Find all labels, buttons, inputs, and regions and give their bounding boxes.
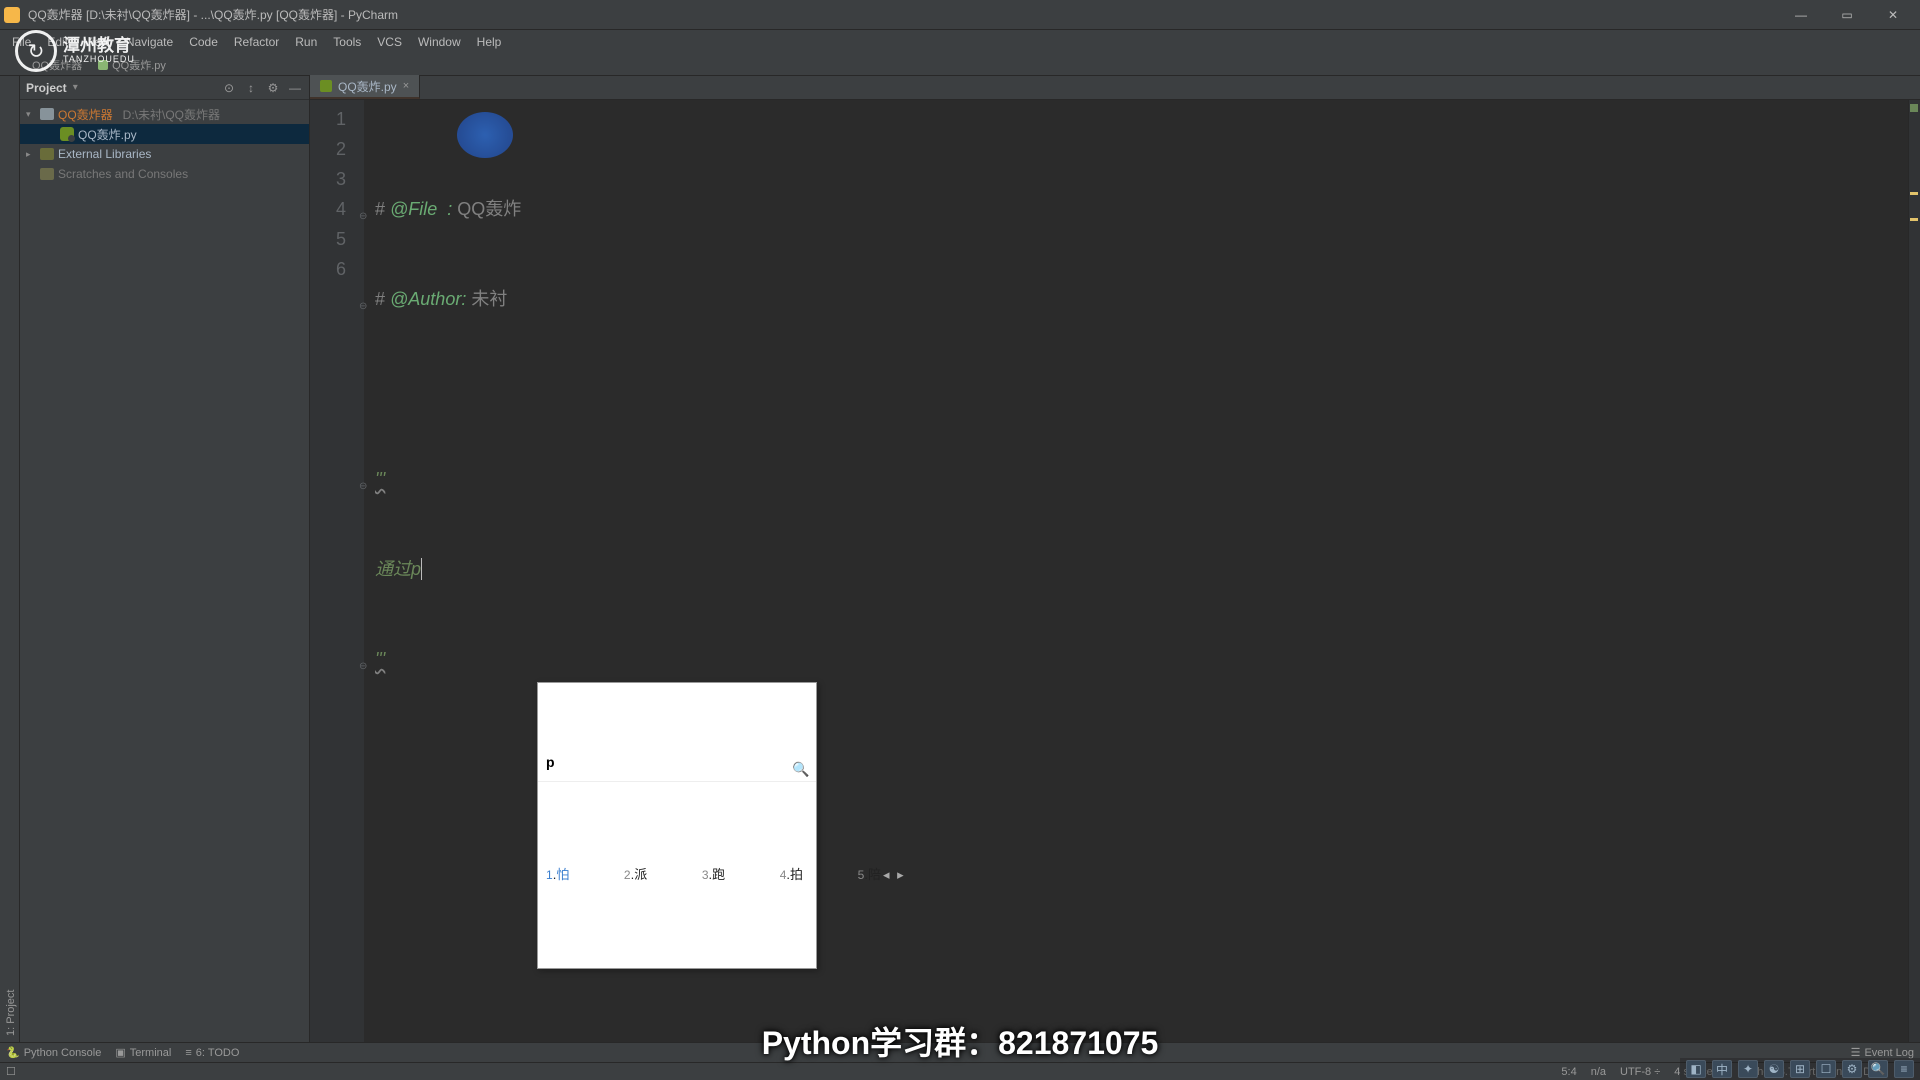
pycharm-icon: [4, 7, 20, 23]
library-icon: [40, 148, 54, 160]
editor-area: QQ轰炸.py × 1 2 3 4 5 6 ⊖# @File : QQ轰炸 ⊖#…: [310, 76, 1920, 1042]
line-gutter: 1 2 3 4 5 6: [310, 100, 365, 1042]
error-stripe[interactable]: [1908, 100, 1920, 1042]
logo-text: 潭州教育 TANZHOUEDU: [63, 37, 135, 66]
collapse-arrow-icon[interactable]: ▾: [26, 109, 36, 120]
ime-candidate[interactable]: 2.派: [624, 860, 647, 890]
analysis-ok-marker: [1910, 104, 1918, 112]
tray-ime-icon[interactable]: 中: [1712, 1060, 1732, 1078]
ime-page-nav[interactable]: ◂ ▸: [883, 860, 906, 890]
menu-bar: File Edit View Navigate Code Refactor Ru…: [0, 30, 1920, 54]
status-caret-pos[interactable]: 5:4: [1561, 1066, 1576, 1078]
expand-icon[interactable]: ↕: [243, 80, 259, 96]
python-file-icon: [60, 127, 74, 141]
tray-icon[interactable]: ✦: [1738, 1060, 1758, 1078]
tray-icon[interactable]: ◧: [1686, 1060, 1706, 1078]
warning-marker[interactable]: [1910, 192, 1918, 195]
minimize-button[interactable]: —: [1778, 0, 1824, 30]
tray-icon[interactable]: ⚙: [1842, 1060, 1862, 1078]
menu-vcs[interactable]: VCS: [369, 33, 410, 51]
left-tool-stripe: 1: Project 2: Favorites 7: Structure: [0, 76, 20, 1042]
tool-favorites[interactable]: 2: Favorites: [0, 78, 3, 1042]
ime-candidate[interactable]: 1.怕: [546, 860, 569, 890]
gear-icon[interactable]: ⚙: [265, 80, 281, 96]
project-panel-header: Project ▾ ⊙ ↕ ⚙ —: [20, 76, 309, 100]
ime-candidate[interactable]: 4.拍: [780, 860, 803, 890]
fold-marker-icon[interactable]: ⊖: [359, 292, 367, 322]
tree-root[interactable]: ▾ QQ轰炸器 D:\未衬\QQ轰炸器: [20, 104, 309, 124]
menu-refactor[interactable]: Refactor: [226, 33, 287, 51]
expand-arrow-icon[interactable]: ▸: [26, 149, 36, 160]
maximize-button[interactable]: ▭: [1824, 0, 1870, 30]
tab-python-console[interactable]: 🐍Python Console: [6, 1046, 101, 1059]
ime-candidate[interactable]: 3.跑: [702, 860, 725, 890]
tool-project[interactable]: 1: Project: [3, 78, 19, 1042]
os-taskbar-tray: ◧ 中 ✦ ☯ ⊞ ☐ ⚙ 🔍 ≡: [1680, 1058, 1920, 1080]
code-editor[interactable]: 1 2 3 4 5 6 ⊖# @File : QQ轰炸 ⊖# @Author: …: [310, 100, 1920, 1042]
project-panel-title: Project: [26, 81, 67, 95]
fold-marker-icon[interactable]: ⊖: [359, 202, 367, 232]
cursor-spotlight: [457, 112, 513, 158]
menu-code[interactable]: Code: [181, 33, 226, 51]
tanzhou-logo: ↻ 潭州教育 TANZHOUEDU: [15, 30, 135, 72]
close-tab-icon[interactable]: ×: [403, 80, 409, 92]
chevron-down-icon[interactable]: ▾: [73, 82, 78, 93]
hide-icon[interactable]: —: [287, 80, 303, 96]
status-na: n/a: [1591, 1066, 1606, 1078]
status-hint-icon[interactable]: ☐: [6, 1065, 16, 1078]
editor-tabs: QQ轰炸.py ×: [310, 76, 1920, 100]
menu-window[interactable]: Window: [410, 33, 469, 51]
close-button[interactable]: ✕: [1870, 0, 1916, 30]
project-panel: Project ▾ ⊙ ↕ ⚙ — ▾ QQ轰炸器 D:\未衬\QQ轰炸器 QQ…: [20, 76, 310, 1042]
status-bar: ☐ 5:4 n/a UTF-8 ÷ 4 spaces ÷ Python 3.7 …: [0, 1062, 1920, 1080]
ime-input[interactable]: p: [546, 747, 792, 777]
logo-circle-icon: ↻: [15, 30, 57, 72]
tray-icon[interactable]: ☯: [1764, 1060, 1784, 1078]
folder-icon: [40, 108, 54, 120]
tree-scratches[interactable]: Scratches and Consoles: [20, 164, 309, 184]
terminal-icon: ▣: [115, 1046, 125, 1059]
python-console-icon: 🐍: [6, 1046, 20, 1059]
menu-tools[interactable]: Tools: [325, 33, 369, 51]
warning-marker[interactable]: [1910, 218, 1918, 221]
menu-help[interactable]: Help: [469, 33, 510, 51]
text-caret: [421, 558, 422, 580]
nav-breadcrumb: QQ轰炸器 QQ轰炸.py: [0, 54, 1920, 76]
ime-candidates: 1.怕 2.派 3.跑 4.拍 5.陪 ◂ ▸: [538, 842, 816, 908]
ime-search-icon[interactable]: 🔍: [792, 754, 808, 770]
editor-tab[interactable]: QQ轰炸.py ×: [310, 75, 420, 99]
tray-icon[interactable]: 🔍: [1868, 1060, 1888, 1078]
project-tree: ▾ QQ轰炸器 D:\未衬\QQ轰炸器 QQ轰炸.py ▸ External L…: [20, 100, 309, 188]
code-content[interactable]: ⊖# @File : QQ轰炸 ⊖# @Author: 未衬 ⊖''' 通过p …: [365, 100, 1908, 1042]
scratches-icon: [40, 168, 54, 180]
window-titlebar: QQ轰炸器 [D:\未衬\QQ轰炸器] - ...\QQ轰炸.py [QQ轰炸器…: [0, 0, 1920, 30]
tree-external-libraries[interactable]: ▸ External Libraries: [20, 144, 309, 164]
tree-file[interactable]: QQ轰炸.py: [20, 124, 309, 144]
ime-popup[interactable]: p 🔍 1.怕 2.派 3.跑 4.拍 5.陪 ◂ ▸: [537, 682, 817, 969]
status-encoding[interactable]: UTF-8 ÷: [1620, 1066, 1660, 1078]
overlay-caption: Python学习群：821871075: [762, 1018, 1159, 1064]
window-controls: — ▭ ✕: [1778, 0, 1916, 30]
fold-marker-icon[interactable]: ⊖: [359, 472, 367, 502]
tray-icon[interactable]: ⊞: [1790, 1060, 1810, 1078]
todo-icon: ≡: [185, 1047, 191, 1059]
tab-terminal[interactable]: ▣Terminal: [115, 1046, 171, 1059]
python-file-icon: [320, 80, 332, 92]
tray-icon[interactable]: ☐: [1816, 1060, 1836, 1078]
menu-run[interactable]: Run: [287, 33, 325, 51]
fold-marker-icon[interactable]: ⊖: [359, 652, 367, 682]
main-area: 1: Project 2: Favorites 7: Structure Pro…: [0, 76, 1920, 1042]
target-icon[interactable]: ⊙: [221, 80, 237, 96]
ime-candidate[interactable]: 5.陪: [858, 860, 881, 890]
tray-icon[interactable]: ≡: [1894, 1060, 1914, 1078]
tab-todo[interactable]: ≡6: TODO: [185, 1047, 239, 1059]
window-title: QQ轰炸器 [D:\未衬\QQ轰炸器] - ...\QQ轰炸.py [QQ轰炸器…: [28, 6, 1778, 23]
